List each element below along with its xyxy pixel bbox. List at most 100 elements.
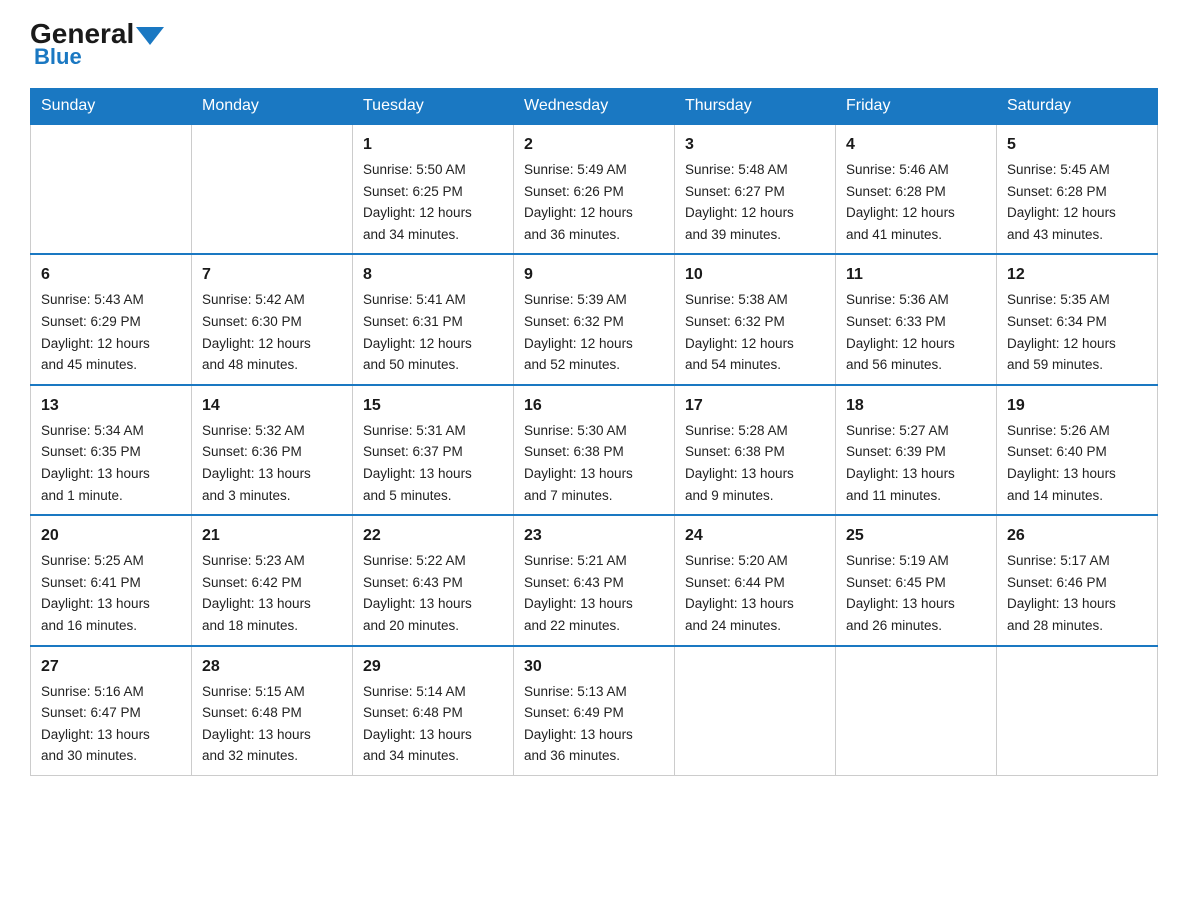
calendar-cell: 16Sunrise: 5:30 AMSunset: 6:38 PMDayligh… (514, 385, 675, 515)
day-info: Sunrise: 5:31 AMSunset: 6:37 PMDaylight:… (363, 420, 503, 506)
calendar-cell: 8Sunrise: 5:41 AMSunset: 6:31 PMDaylight… (353, 254, 514, 384)
calendar-cell (675, 646, 836, 776)
day-info: Sunrise: 5:15 AMSunset: 6:48 PMDaylight:… (202, 681, 342, 767)
day-number: 17 (685, 394, 825, 418)
day-number: 11 (846, 263, 986, 287)
calendar-cell: 17Sunrise: 5:28 AMSunset: 6:38 PMDayligh… (675, 385, 836, 515)
day-number: 4 (846, 133, 986, 157)
day-number: 1 (363, 133, 503, 157)
calendar-cell: 24Sunrise: 5:20 AMSunset: 6:44 PMDayligh… (675, 515, 836, 645)
day-info: Sunrise: 5:34 AMSunset: 6:35 PMDaylight:… (41, 420, 181, 506)
day-info: Sunrise: 5:28 AMSunset: 6:38 PMDaylight:… (685, 420, 825, 506)
day-number: 15 (363, 394, 503, 418)
day-info: Sunrise: 5:43 AMSunset: 6:29 PMDaylight:… (41, 289, 181, 375)
day-info: Sunrise: 5:20 AMSunset: 6:44 PMDaylight:… (685, 550, 825, 636)
calendar-cell: 26Sunrise: 5:17 AMSunset: 6:46 PMDayligh… (997, 515, 1158, 645)
calendar-cell (836, 646, 997, 776)
weekday-header-monday: Monday (192, 89, 353, 125)
week-row-2: 6Sunrise: 5:43 AMSunset: 6:29 PMDaylight… (31, 254, 1158, 384)
calendar-cell: 20Sunrise: 5:25 AMSunset: 6:41 PMDayligh… (31, 515, 192, 645)
day-number: 30 (524, 655, 664, 679)
day-info: Sunrise: 5:32 AMSunset: 6:36 PMDaylight:… (202, 420, 342, 506)
page-header: General Blue (30, 20, 1158, 70)
day-info: Sunrise: 5:39 AMSunset: 6:32 PMDaylight:… (524, 289, 664, 375)
weekday-header-saturday: Saturday (997, 89, 1158, 125)
day-number: 5 (1007, 133, 1147, 157)
day-number: 9 (524, 263, 664, 287)
day-number: 3 (685, 133, 825, 157)
day-info: Sunrise: 5:41 AMSunset: 6:31 PMDaylight:… (363, 289, 503, 375)
day-number: 21 (202, 524, 342, 548)
calendar-cell: 22Sunrise: 5:22 AMSunset: 6:43 PMDayligh… (353, 515, 514, 645)
weekday-header-thursday: Thursday (675, 89, 836, 125)
logo: General Blue (30, 20, 164, 70)
day-info: Sunrise: 5:19 AMSunset: 6:45 PMDaylight:… (846, 550, 986, 636)
calendar-cell: 11Sunrise: 5:36 AMSunset: 6:33 PMDayligh… (836, 254, 997, 384)
day-number: 6 (41, 263, 181, 287)
calendar-table: SundayMondayTuesdayWednesdayThursdayFrid… (30, 88, 1158, 776)
weekday-header-wednesday: Wednesday (514, 89, 675, 125)
day-number: 29 (363, 655, 503, 679)
weekday-header-friday: Friday (836, 89, 997, 125)
calendar-cell: 2Sunrise: 5:49 AMSunset: 6:26 PMDaylight… (514, 124, 675, 254)
calendar-cell: 23Sunrise: 5:21 AMSunset: 6:43 PMDayligh… (514, 515, 675, 645)
week-row-1: 1Sunrise: 5:50 AMSunset: 6:25 PMDaylight… (31, 124, 1158, 254)
day-info: Sunrise: 5:21 AMSunset: 6:43 PMDaylight:… (524, 550, 664, 636)
calendar-cell: 9Sunrise: 5:39 AMSunset: 6:32 PMDaylight… (514, 254, 675, 384)
day-info: Sunrise: 5:46 AMSunset: 6:28 PMDaylight:… (846, 159, 986, 245)
day-number: 14 (202, 394, 342, 418)
day-info: Sunrise: 5:42 AMSunset: 6:30 PMDaylight:… (202, 289, 342, 375)
calendar-cell: 18Sunrise: 5:27 AMSunset: 6:39 PMDayligh… (836, 385, 997, 515)
day-info: Sunrise: 5:36 AMSunset: 6:33 PMDaylight:… (846, 289, 986, 375)
day-info: Sunrise: 5:30 AMSunset: 6:38 PMDaylight:… (524, 420, 664, 506)
calendar-cell: 4Sunrise: 5:46 AMSunset: 6:28 PMDaylight… (836, 124, 997, 254)
calendar-cell: 15Sunrise: 5:31 AMSunset: 6:37 PMDayligh… (353, 385, 514, 515)
day-number: 26 (1007, 524, 1147, 548)
calendar-cell: 21Sunrise: 5:23 AMSunset: 6:42 PMDayligh… (192, 515, 353, 645)
day-info: Sunrise: 5:17 AMSunset: 6:46 PMDaylight:… (1007, 550, 1147, 636)
day-info: Sunrise: 5:45 AMSunset: 6:28 PMDaylight:… (1007, 159, 1147, 245)
calendar-cell (192, 124, 353, 254)
day-info: Sunrise: 5:25 AMSunset: 6:41 PMDaylight:… (41, 550, 181, 636)
week-row-4: 20Sunrise: 5:25 AMSunset: 6:41 PMDayligh… (31, 515, 1158, 645)
day-info: Sunrise: 5:13 AMSunset: 6:49 PMDaylight:… (524, 681, 664, 767)
calendar-cell: 25Sunrise: 5:19 AMSunset: 6:45 PMDayligh… (836, 515, 997, 645)
day-number: 16 (524, 394, 664, 418)
day-number: 2 (524, 133, 664, 157)
calendar-cell: 28Sunrise: 5:15 AMSunset: 6:48 PMDayligh… (192, 646, 353, 776)
calendar-cell: 1Sunrise: 5:50 AMSunset: 6:25 PMDaylight… (353, 124, 514, 254)
day-number: 19 (1007, 394, 1147, 418)
day-number: 18 (846, 394, 986, 418)
logo-flag-icon (136, 27, 164, 45)
day-info: Sunrise: 5:49 AMSunset: 6:26 PMDaylight:… (524, 159, 664, 245)
day-number: 27 (41, 655, 181, 679)
day-info: Sunrise: 5:16 AMSunset: 6:47 PMDaylight:… (41, 681, 181, 767)
day-info: Sunrise: 5:35 AMSunset: 6:34 PMDaylight:… (1007, 289, 1147, 375)
calendar-cell: 3Sunrise: 5:48 AMSunset: 6:27 PMDaylight… (675, 124, 836, 254)
day-info: Sunrise: 5:50 AMSunset: 6:25 PMDaylight:… (363, 159, 503, 245)
calendar-cell: 13Sunrise: 5:34 AMSunset: 6:35 PMDayligh… (31, 385, 192, 515)
logo-blue-text: Blue (30, 44, 82, 70)
calendar-cell: 19Sunrise: 5:26 AMSunset: 6:40 PMDayligh… (997, 385, 1158, 515)
day-info: Sunrise: 5:38 AMSunset: 6:32 PMDaylight:… (685, 289, 825, 375)
calendar-cell (31, 124, 192, 254)
weekday-header-row: SundayMondayTuesdayWednesdayThursdayFrid… (31, 89, 1158, 125)
calendar-cell: 7Sunrise: 5:42 AMSunset: 6:30 PMDaylight… (192, 254, 353, 384)
day-info: Sunrise: 5:48 AMSunset: 6:27 PMDaylight:… (685, 159, 825, 245)
day-info: Sunrise: 5:26 AMSunset: 6:40 PMDaylight:… (1007, 420, 1147, 506)
day-info: Sunrise: 5:23 AMSunset: 6:42 PMDaylight:… (202, 550, 342, 636)
calendar-cell: 29Sunrise: 5:14 AMSunset: 6:48 PMDayligh… (353, 646, 514, 776)
day-number: 22 (363, 524, 503, 548)
day-info: Sunrise: 5:22 AMSunset: 6:43 PMDaylight:… (363, 550, 503, 636)
day-info: Sunrise: 5:14 AMSunset: 6:48 PMDaylight:… (363, 681, 503, 767)
day-number: 12 (1007, 263, 1147, 287)
week-row-3: 13Sunrise: 5:34 AMSunset: 6:35 PMDayligh… (31, 385, 1158, 515)
day-number: 20 (41, 524, 181, 548)
calendar-cell: 14Sunrise: 5:32 AMSunset: 6:36 PMDayligh… (192, 385, 353, 515)
day-number: 8 (363, 263, 503, 287)
calendar-cell: 27Sunrise: 5:16 AMSunset: 6:47 PMDayligh… (31, 646, 192, 776)
day-number: 10 (685, 263, 825, 287)
day-number: 25 (846, 524, 986, 548)
day-number: 28 (202, 655, 342, 679)
calendar-cell: 30Sunrise: 5:13 AMSunset: 6:49 PMDayligh… (514, 646, 675, 776)
